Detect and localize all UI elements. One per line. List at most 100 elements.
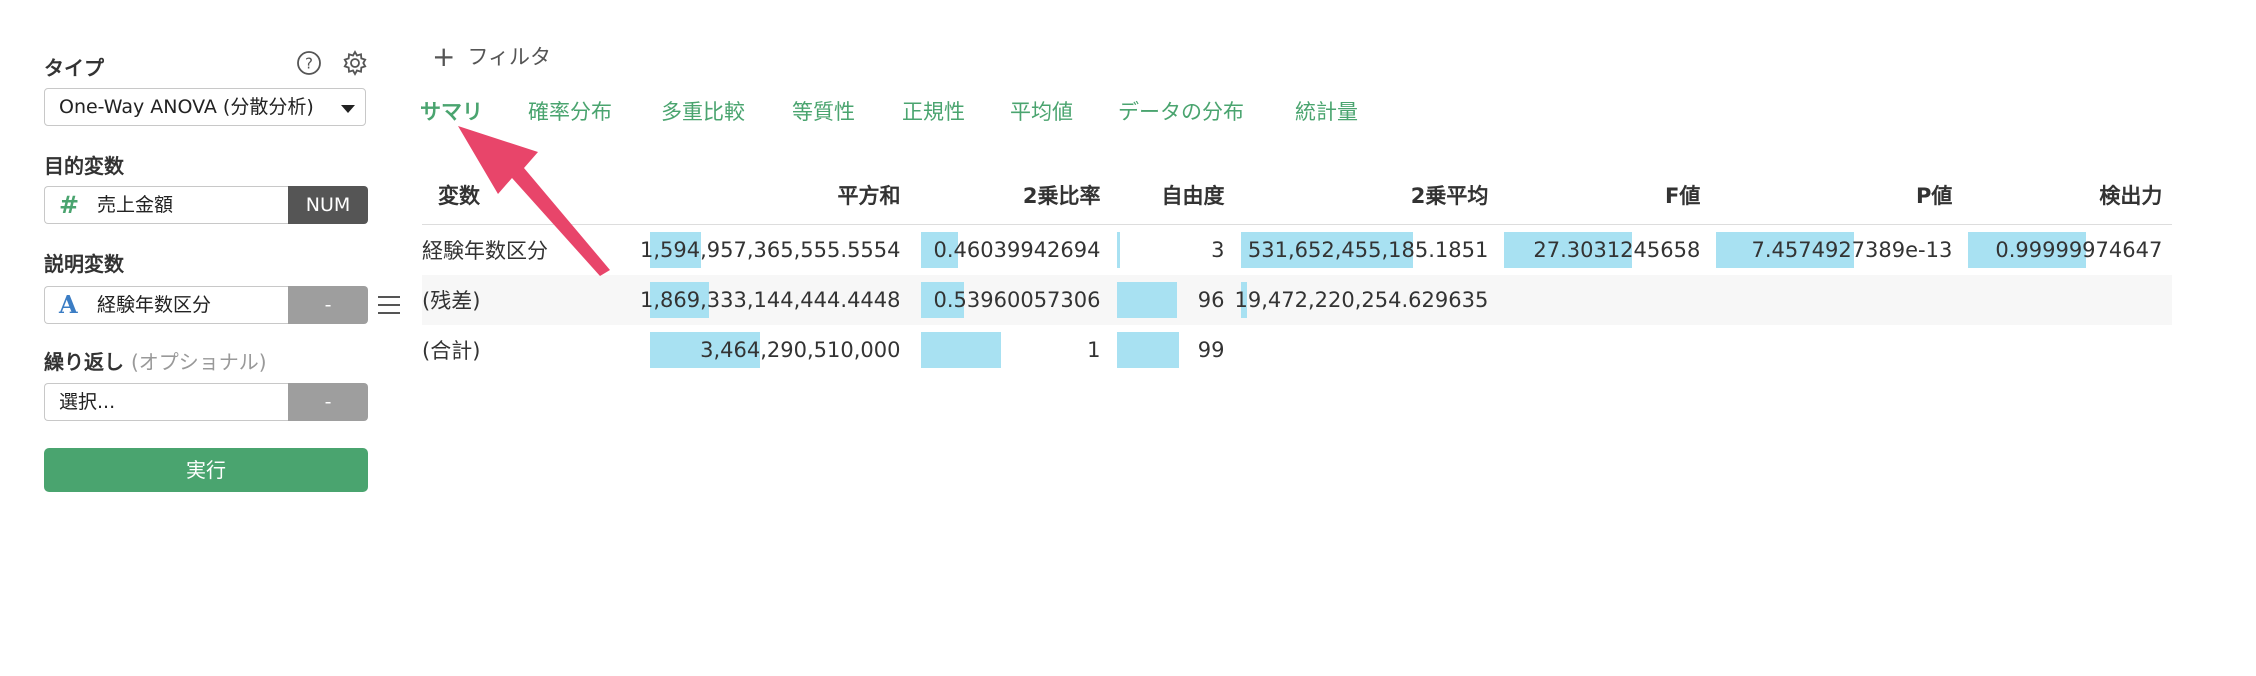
tab-multiple-comparison[interactable]: 多重比較: [661, 96, 745, 126]
cell-value: 0.53960057306: [933, 288, 1101, 312]
table-cell: [1235, 325, 1499, 375]
number-type-icon: #: [59, 191, 80, 219]
cell-content: 7.4574927389e-13: [1710, 225, 1962, 275]
type-label: タイプ: [44, 56, 104, 80]
cell-content: [1498, 275, 1710, 325]
tab-mean[interactable]: 平均値: [1010, 96, 1073, 126]
cell-value: 1,869,333,144,444.4448: [640, 288, 901, 312]
table-cell: [1962, 275, 2173, 325]
cell-content: 3,464,290,510,000: [640, 325, 911, 375]
type-select-value: One-Way ANOVA (分散分析): [59, 96, 314, 118]
cell-value: 96: [1197, 288, 1225, 312]
table-cell: 0.46039942694: [911, 225, 1111, 276]
table-cell: 0.99999974647: [1962, 225, 2172, 276]
cell-content: 99: [1111, 325, 1235, 375]
repeat-placeholder: 選択...: [59, 391, 116, 413]
cell-value: 0.46039942694: [933, 238, 1101, 262]
cell-content: 27.3031245658: [1498, 225, 1710, 275]
header-power: 検出力: [2099, 184, 2163, 208]
row-label: (合計): [422, 339, 481, 363]
repeat-field[interactable]: 選択... -: [44, 383, 368, 421]
tab-homogeneity[interactable]: 等質性: [792, 96, 855, 126]
cell-content: 1: [911, 325, 1111, 375]
table-cell: 3,464,290,510,000: [640, 325, 911, 375]
cell-content: 3: [1111, 225, 1235, 275]
cell-content: 0.46039942694: [911, 225, 1111, 275]
target-variable-value: 売上金額: [97, 194, 174, 216]
cell-content: 531,652,455,185.1851: [1235, 225, 1499, 275]
anova-summary-table: 変数 平方和 2乗比率 自由度 2乗平均 F値 P値 検出力 経験年数区分 1,5…: [422, 166, 2173, 375]
header-f-value: F値: [1665, 184, 1701, 208]
target-type-tag: NUM: [288, 186, 368, 224]
header-sum-of-squares: 平方和: [837, 184, 901, 208]
header-degrees-of-freedom: 自由度: [1161, 184, 1225, 208]
table-cell: [1962, 325, 2172, 375]
table-cell: 0.53960057306: [910, 275, 1111, 325]
header-ratio: 2乗比率: [1022, 184, 1101, 208]
explanatory-variable-value: 経験年数区分: [97, 294, 212, 316]
table-cell: 27.3031245658: [1498, 225, 1710, 276]
cell-content: [1235, 325, 1499, 375]
cell-content: [1710, 325, 1962, 375]
cell-value: 3,464,290,510,000: [700, 338, 901, 362]
cell-value: 0.99999974647: [1995, 238, 2163, 262]
text-type-icon: A: [59, 290, 78, 319]
cell-content: 19,472,220,254.629635: [1235, 275, 1499, 325]
tab-data-distribution[interactable]: データの分布: [1118, 96, 1244, 126]
cell-value: 7.4574927389e-13: [1751, 238, 1953, 262]
table-cell: [1710, 275, 1963, 325]
tab-normality[interactable]: 正規性: [902, 96, 965, 126]
table-row: (合計) 3,464,290,510,000 1 99: [422, 325, 2172, 375]
cell-value: 531,652,455,185.1851: [1247, 238, 1489, 262]
gear-icon[interactable]: [342, 50, 368, 76]
add-filter-button[interactable]: + フィルタ: [432, 40, 551, 73]
help-icon[interactable]: ?: [296, 50, 322, 76]
cell-content: [1498, 325, 1710, 375]
repeat-type-tag[interactable]: -: [288, 383, 368, 421]
cell-content: [1710, 275, 1962, 325]
table-cell: 7.4574927389e-13: [1710, 225, 1962, 276]
table-header-row: 変数 平方和 2乗比率 自由度 2乗平均 F値 P値 検出力: [422, 166, 2173, 225]
svg-text:?: ?: [305, 55, 313, 73]
target-variable-label: 目的変数: [44, 154, 124, 178]
table-cell: 531,652,455,185.1851: [1235, 225, 1499, 276]
cell-content: 0.53960057306: [911, 275, 1111, 325]
table-cell: 1: [911, 325, 1111, 375]
cell-value: 3: [1211, 238, 1225, 262]
table-row: 経験年数区分 1,594,957,365,555.5554 0.4603994269…: [422, 225, 2172, 276]
table-row: (残差) 1,869,333,144,444.4448 0.53960057306 9…: [422, 275, 2173, 325]
repeat-optional-text: (オプショナル): [130, 350, 267, 374]
cell-content: [1962, 325, 2172, 375]
table-cell: [1710, 325, 1962, 375]
hamburger-menu-icon[interactable]: [378, 296, 400, 316]
cell-content: 1,869,333,144,444.4448: [640, 275, 911, 325]
table-cell: 99: [1111, 325, 1235, 375]
cell-value: 1: [1087, 338, 1101, 362]
plus-icon: +: [432, 40, 456, 73]
target-variable-field[interactable]: # 売上金額 NUM: [44, 186, 368, 224]
table-cell: 1,594,957,365,555.5554: [640, 225, 911, 276]
cell-content: 1,594,957,365,555.5554: [640, 225, 911, 275]
table-cell: 96: [1110, 275, 1235, 325]
table-cell: [1498, 325, 1710, 375]
run-button[interactable]: 実行: [44, 448, 368, 492]
type-select[interactable]: One-Way ANOVA (分散分析): [44, 88, 366, 126]
filter-label: フィルタ: [467, 45, 552, 69]
explanatory-variable-label: 説明変数: [44, 252, 124, 276]
cell-value: 99: [1197, 338, 1225, 362]
cell-value: 19,472,220,254.629635: [1234, 288, 1489, 312]
table-cell: 1,869,333,144,444.4448: [640, 275, 911, 325]
repeat-label: 繰り返し (オプショナル): [44, 346, 267, 375]
table-cell: 3: [1111, 225, 1235, 276]
chevron-down-icon: [341, 105, 355, 113]
cell-content: 96: [1111, 275, 1235, 325]
explanatory-type-tag[interactable]: -: [288, 286, 368, 324]
cell-content: [1962, 275, 2172, 325]
tab-statistics[interactable]: 統計量: [1295, 96, 1358, 126]
table-cell: [1498, 275, 1711, 325]
header-mean-square: 2乗平均: [1410, 184, 1489, 208]
explanatory-variable-field[interactable]: A 経験年数区分 -: [44, 286, 368, 324]
cell-content: 0.99999974647: [1962, 225, 2172, 275]
cell-value: 27.3031245658: [1533, 238, 1701, 262]
row-label: (残差): [422, 275, 640, 325]
